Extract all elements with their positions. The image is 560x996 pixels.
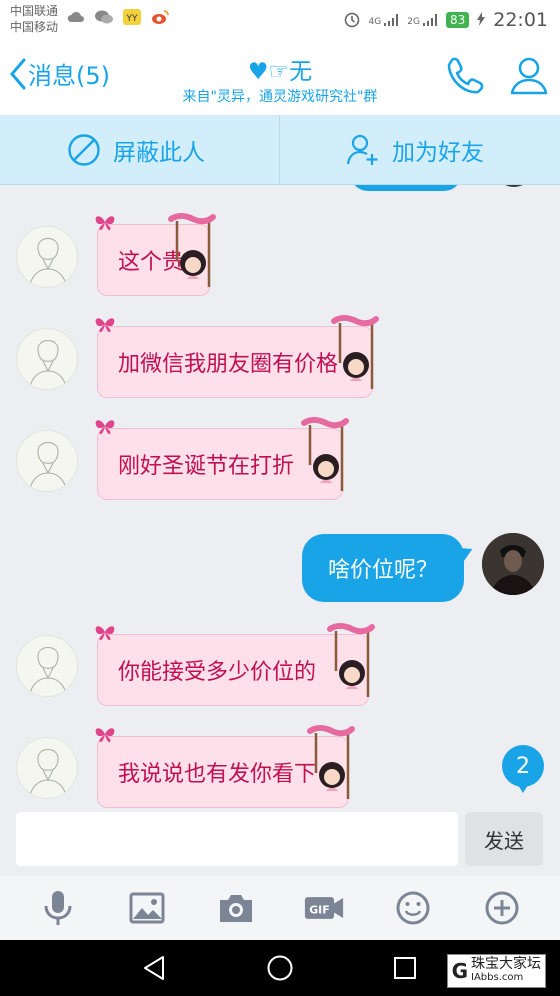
notification-icons: YY (66, 8, 170, 26)
previous-outgoing-bubble (350, 185, 462, 191)
sticker-decoration (327, 623, 375, 697)
image-button[interactable] (127, 888, 167, 928)
yy-app-icon: YY (122, 8, 142, 26)
camera-button[interactable] (216, 888, 256, 928)
carrier-2: 中国移动 (10, 20, 59, 34)
message-bubble-in[interactable]: 刚好圣诞节在打折 (95, 417, 349, 500)
sticker-decoration (301, 417, 349, 491)
message-text: 刚好圣诞节在打折 (118, 454, 295, 479)
gif-label: GIF (310, 903, 330, 916)
gif-icon: GIF (305, 897, 344, 919)
sender-avatar[interactable] (16, 635, 78, 697)
action-divider (279, 115, 280, 185)
butterfly-icon (95, 318, 115, 333)
block-label: 屏蔽此人 (113, 140, 205, 166)
signal-2g-icon: 2G (407, 13, 438, 27)
message-text: 我说说也有发你看下 (118, 762, 317, 787)
message-bubble-in[interactable]: 加微信我朋友圈有价格 (95, 315, 379, 398)
more-button[interactable] (482, 888, 522, 928)
plus-circle-icon (485, 891, 519, 925)
cloud-icon (66, 8, 86, 26)
stranger-action-bar: 屏蔽此人 加为好友 (0, 115, 560, 185)
signal-4g-label: 4G (368, 17, 382, 27)
butterfly-icon (95, 216, 115, 231)
voice-button[interactable] (38, 888, 78, 928)
previous-avatar (496, 185, 532, 187)
circle-home-icon (267, 955, 293, 981)
message-input[interactable] (16, 812, 458, 866)
system-status: 4G 2G 83 22:01 (343, 9, 548, 31)
sticker-decoration (168, 213, 216, 287)
alarm-icon (343, 10, 361, 31)
sender-avatar[interactable] (16, 328, 78, 390)
nav-recents-button[interactable] (389, 952, 421, 984)
profile-button[interactable] (508, 55, 550, 97)
image-icon (129, 892, 165, 924)
butterfly-icon (95, 626, 115, 641)
sender-avatar[interactable] (16, 737, 78, 799)
phone-icon (447, 57, 484, 94)
butterfly-icon (95, 420, 115, 435)
message-bubble-out[interactable]: 啥价位呢？ (302, 534, 464, 602)
add-friend-label: 加为好友 (392, 140, 484, 166)
system-nav-bar: G 珠宝大家坛 IAbbs.com (0, 940, 560, 996)
nav-back-button[interactable] (139, 952, 171, 984)
block-button[interactable]: 屏蔽此人 (67, 115, 205, 185)
nav-home-button[interactable] (264, 952, 296, 984)
square-recents-icon (394, 957, 416, 979)
sender-avatar[interactable] (16, 226, 78, 288)
watermark-logo: G (451, 959, 468, 983)
message-list[interactable]: 这个贵 加微信我朋友圈有价格 刚好圣诞节在打折 啥价位呢？ 你能接受多少价位的 (0, 185, 560, 810)
message-bubble-in[interactable]: 这个贵 (95, 213, 216, 296)
camera-icon (219, 895, 252, 922)
emoji-button[interactable] (393, 888, 433, 928)
wechat-icon (94, 8, 114, 26)
send-button[interactable]: 发送 (465, 812, 543, 866)
emoji-icon (396, 891, 430, 925)
input-toolbar: GIF (0, 876, 560, 940)
carrier-names: 中国联通 中国移动 (10, 3, 58, 35)
chat-header: 消息(5) ♥☞无 来自"灵异，通灵游戏研究社"群 (0, 38, 560, 115)
charging-icon (477, 11, 486, 29)
input-bar: 发送 (0, 810, 560, 876)
signal-4g-icon: 4G (369, 13, 400, 27)
message-bubble-in[interactable]: 你能接受多少价位的 (95, 623, 375, 706)
carrier-1: 中国联通 (10, 4, 59, 18)
add-friend-icon (346, 134, 378, 165)
add-friend-button[interactable]: 加为好友 (346, 115, 484, 185)
sticker-decoration (307, 725, 355, 799)
svg-text:YY: YY (126, 14, 138, 24)
call-button[interactable] (444, 55, 486, 97)
message-text: 啥价位呢？ (327, 558, 438, 583)
watermark-name: 珠宝大家坛 (471, 956, 541, 972)
message-text: 你能接受多少价位的 (118, 660, 317, 685)
message-text: 加微信我朋友圈有价格 (118, 352, 339, 377)
message-bubble-in[interactable]: 我说说也有发你看下 (95, 725, 355, 808)
sticker-decoration (331, 315, 379, 389)
signal-2g-label: 2G (407, 17, 420, 27)
watermark-site: IAbbs.com (471, 972, 524, 983)
status-bar: 中国联通 中国移动 YY 4G 2G 83 22:01 (0, 0, 560, 38)
person-icon (510, 57, 548, 95)
butterfly-icon (95, 728, 115, 743)
triangle-back-icon (144, 956, 164, 980)
block-icon (68, 134, 100, 166)
clock: 22:01 (493, 9, 548, 31)
microphone-icon (44, 891, 72, 925)
unread-count-badge[interactable]: 2 (502, 745, 544, 793)
sender-avatar[interactable] (16, 430, 78, 492)
battery-level: 83 (445, 12, 470, 28)
my-avatar[interactable] (482, 533, 544, 595)
site-watermark: G 珠宝大家坛 IAbbs.com (446, 954, 546, 988)
gif-button[interactable]: GIF (304, 888, 344, 928)
weibo-icon (150, 8, 170, 26)
